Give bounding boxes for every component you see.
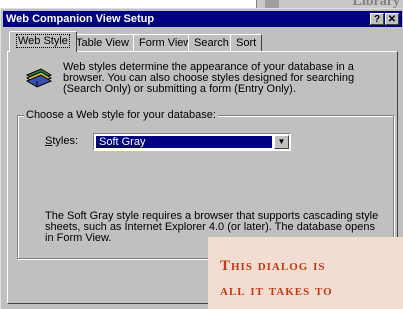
close-icon: ✕ [387,14,397,25]
background-window-pane [265,0,279,8]
tab-search-label: Search [194,37,229,49]
help-button[interactable]: ? [370,13,384,25]
styles-selected-value: Soft Gray [96,136,272,148]
tab-search[interactable]: Search [188,34,235,51]
tab-web-style-label: Web Style [16,34,70,48]
close-button[interactable]: ✕ [385,13,399,25]
tab-table-view-label: Table View [76,37,129,49]
callout-line-2: all it takes to [220,283,333,299]
styles-dropdown[interactable]: Soft Gray ▼ [93,133,291,151]
tab-form-view-label: Form View [139,37,192,49]
styles-label: Styles: [45,135,78,147]
tab-table-view[interactable]: Table View [70,34,135,51]
dialog-title: Web Companion View Setup [6,13,155,25]
help-icon: ? [373,14,381,25]
tab-sort[interactable]: Sort [230,34,263,51]
chevron-down-icon: ▼ [277,137,286,146]
dialog-title-bar[interactable]: Web Companion View Setup ? ✕ [3,11,402,27]
callout-line-1: This dialog is [220,258,326,274]
background-window: Library [256,0,403,9]
tab-web-style[interactable]: Web Style [9,31,77,52]
intro-description: Web styles determine the appearance of y… [63,61,355,95]
caption-callout: This dialog is all it takes to [208,237,403,309]
styles-label-rest: tyles: [52,135,79,147]
web-styles-icon [25,68,53,88]
group-label: Choose a Web style for your database: [24,109,218,121]
tab-sort-label: Sort [236,37,257,49]
dropdown-arrow-button[interactable]: ▼ [274,135,289,149]
